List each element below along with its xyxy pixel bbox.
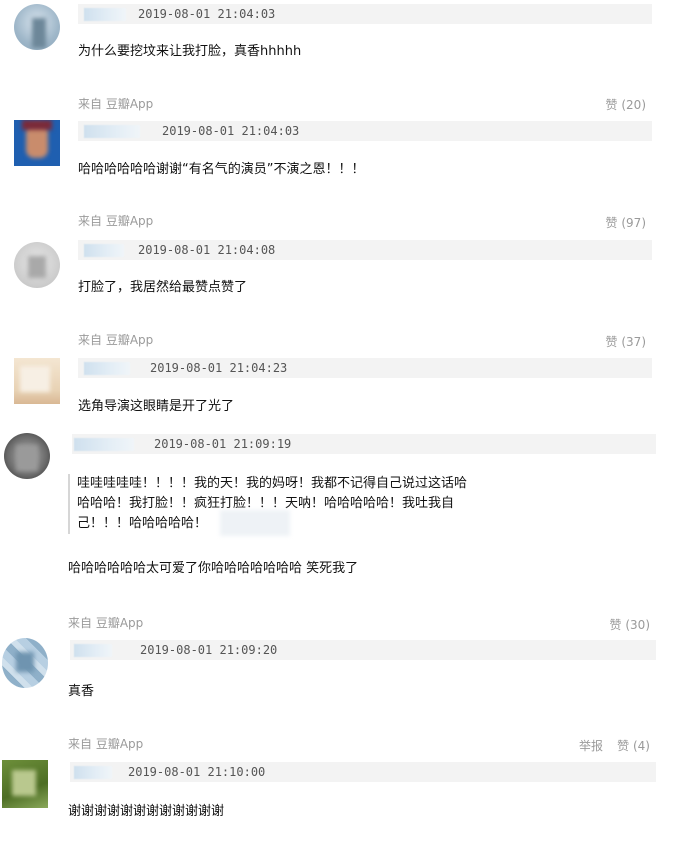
username[interactable] [74,644,112,657]
comment-meta: 2019-08-01 21:10:00 [70,762,656,782]
username[interactable] [84,362,130,375]
avatar[interactable] [14,242,60,288]
avatar[interactable] [2,760,48,808]
comment-meta: 2019-08-01 21:04:23 [78,358,652,378]
comment-meta: 2019-08-01 21:09:20 [70,640,656,660]
username[interactable] [84,8,126,21]
comment-source: 来自 豆瓣App [68,737,144,751]
vote-button[interactable]: 赞 (30) [610,616,650,633]
comment-source: 来自 豆瓣App [78,333,154,347]
avatar[interactable] [14,120,60,166]
comment-meta: 2019-08-01 21:04:03 [78,4,652,24]
comment-text: 谢谢谢谢谢谢谢谢谢谢谢谢 [68,804,225,819]
quote-line: 哇哇哇哇哇！！！！我的天！我的妈呀！我都不记得自己说过这话哈 [77,476,468,491]
timestamp: 2019-08-01 21:09:19 [154,437,292,451]
comment-text: 哈哈哈哈哈哈谢谢“有名气的演员”不演之恩！！！ [78,162,365,177]
comment-text: 选角导演这眼睛是开了光了 [78,399,235,414]
comment-text: 真香 [68,684,95,699]
username[interactable] [74,438,134,451]
avatar[interactable] [14,358,60,404]
comment-source: 来自 豆瓣App [78,214,154,228]
timestamp: 2019-08-01 21:04:23 [150,361,288,375]
blurred-mark [220,510,290,536]
avatar[interactable] [2,638,48,688]
username[interactable] [84,244,124,257]
timestamp: 2019-08-01 21:09:20 [140,643,278,657]
comment-text: 为什么要挖坟来让我打脸，真香hhhhh [78,44,302,59]
comment-text: 打脸了，我居然给最赞点赞了 [78,280,248,295]
vote-button[interactable]: 赞 (37) [606,333,646,350]
avatar[interactable] [14,4,60,50]
timestamp: 2019-08-01 21:04:03 [138,7,276,21]
vote-button[interactable]: 赞 (4) [617,737,650,754]
username[interactable] [74,766,112,779]
comment-source: 来自 豆瓣App [78,97,154,111]
timestamp: 2019-08-01 21:04:08 [138,243,276,257]
comment-meta: 2019-08-01 21:04:08 [78,240,652,260]
comment-meta: 2019-08-01 21:04:03 [78,121,652,141]
username[interactable] [84,125,140,138]
report-button[interactable]: 举报 [579,737,603,754]
avatar[interactable] [4,433,50,479]
comment-source: 来自 豆瓣App [68,616,144,630]
timestamp: 2019-08-01 21:04:03 [162,124,300,138]
comment-meta: 2019-08-01 21:09:19 [72,434,656,454]
comment-text: 哈哈哈哈哈哈太可爱了你哈哈哈哈哈哈哈 笑死我了 [68,561,359,576]
vote-button[interactable]: 赞 (20) [606,96,646,113]
vote-button[interactable]: 赞 (97) [606,214,646,231]
timestamp: 2019-08-01 21:10:00 [128,765,266,779]
